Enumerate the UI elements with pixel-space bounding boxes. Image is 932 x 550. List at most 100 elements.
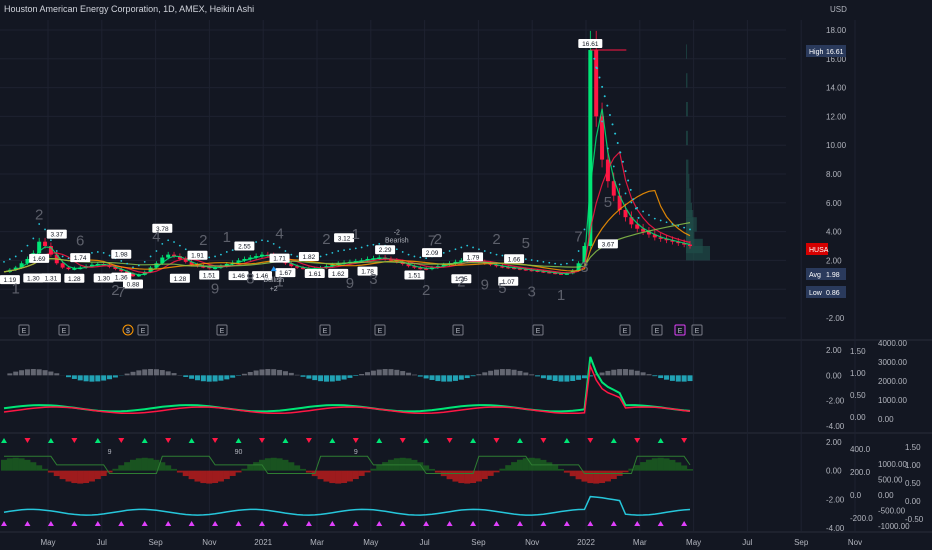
- histogram-bar: [370, 370, 376, 376]
- signal-marker-icon: [563, 521, 570, 526]
- histogram-bar: [664, 375, 670, 380]
- signal-marker-icon: [516, 521, 523, 526]
- area-bar: [229, 470, 236, 476]
- trailing-stop-dot: [629, 188, 632, 191]
- area-bar: [1, 459, 7, 471]
- area-bar: [18, 458, 25, 471]
- histogram-bar: [687, 375, 693, 382]
- chart-canvas[interactable]: 1.693.371.74 1.983.781.912.551.71 1.823.12…: [0, 0, 932, 550]
- volume-profile-bar: [686, 188, 691, 203]
- histogram-bar: [634, 370, 640, 376]
- trailing-stop-dot: [659, 219, 662, 222]
- histogram-bar: [218, 375, 224, 381]
- buy-signal-icon: [470, 438, 477, 443]
- histogram-bar: [130, 371, 136, 376]
- histogram-bar: [669, 375, 675, 381]
- signal-marker-icon: [1, 521, 7, 526]
- volume-profile-bar: [686, 202, 692, 218]
- signal-marker-icon: [282, 521, 289, 526]
- buy-signal-icon: [47, 438, 54, 443]
- area-bar: [147, 458, 154, 471]
- buy-signal-icon: [1, 438, 7, 443]
- avg-badge-label: Avg: [809, 272, 821, 279]
- price-label: 1.71: [273, 256, 286, 263]
- price-label: 1.46: [232, 273, 245, 280]
- histogram-bar: [505, 369, 511, 376]
- trailing-stop-dot: [571, 259, 574, 261]
- y-tick-label: -4.00: [826, 524, 845, 533]
- trailing-stop-dot: [618, 183, 621, 186]
- y-tick-label: -200.0: [850, 514, 873, 523]
- histogram-bar: [13, 371, 19, 376]
- buy-signal-icon: [235, 438, 242, 443]
- area-bar: [552, 465, 559, 471]
- oscillator-2-panel: 9 90 9: [1, 438, 693, 526]
- histogram-bar: [499, 369, 505, 376]
- trailing-stop-dot: [565, 262, 568, 265]
- area-bar: [481, 470, 488, 480]
- area-bar: [382, 462, 389, 471]
- trailing-stop-dot: [149, 255, 152, 258]
- histogram-bar: [153, 369, 159, 376]
- trailing-stop-dot: [548, 261, 551, 264]
- trailing-stop-dot: [120, 260, 123, 262]
- price-label: 0.88: [127, 282, 140, 289]
- area-bar: [452, 470, 459, 482]
- candle: [623, 210, 628, 218]
- x-tick-label: May: [363, 538, 378, 547]
- area-bar: [675, 462, 682, 471]
- trailing-stop-dot: [161, 242, 164, 245]
- histogram-bar: [194, 375, 200, 381]
- histogram-bar: [341, 375, 347, 380]
- wave-count: 2: [322, 231, 330, 248]
- trailing-stop-dot: [401, 251, 404, 253]
- wave-count: 5: [498, 280, 506, 297]
- y-tick-label: 4000.00: [878, 339, 907, 348]
- y-tick-label: 0.00: [878, 491, 894, 500]
- area-bar: [593, 470, 600, 484]
- trailing-stop-dot: [611, 123, 614, 126]
- y-tick-label: 3000.00: [878, 358, 907, 367]
- wave-count: 1: [352, 226, 360, 243]
- wave-count: 4: [152, 228, 160, 245]
- area-bar: [622, 470, 629, 473]
- area-bar: [376, 465, 383, 471]
- area-bar: [663, 458, 670, 471]
- area-bar: [317, 470, 324, 480]
- histogram-bar: [605, 370, 611, 376]
- trailing-stop-dot: [627, 179, 630, 182]
- area-bar: [505, 465, 512, 471]
- histogram-bar: [171, 373, 177, 376]
- earnings-marker-label: E: [536, 328, 541, 335]
- histogram-bar: [253, 370, 259, 376]
- signal-label: Bearish: [385, 237, 409, 244]
- trailing-stop-dot: [132, 266, 134, 269]
- wave-count: 2: [422, 282, 430, 299]
- wave-count: 2: [434, 231, 442, 248]
- y-tick-label: 1.50: [850, 347, 866, 356]
- area-bar: [610, 470, 617, 479]
- trailing-stop-dot: [624, 170, 627, 173]
- histogram-bar: [183, 375, 189, 377]
- histogram-bar: [429, 375, 435, 380]
- trailing-stop-dot: [560, 263, 562, 266]
- area-bar: [681, 465, 688, 471]
- y-tick-label: 18.00: [826, 26, 847, 35]
- area-bar: [446, 470, 453, 480]
- price-label: 1.98: [115, 252, 128, 259]
- histogram-bar: [494, 369, 500, 376]
- histogram-bar: [646, 374, 652, 376]
- y-tick-label: 0.00: [878, 415, 894, 424]
- earnings-marker-label: E: [220, 328, 225, 335]
- histogram-bar: [417, 375, 423, 377]
- signal-marker-icon: [47, 521, 54, 526]
- wave-count: 3: [580, 259, 588, 276]
- area-bar: [141, 457, 148, 471]
- histogram-bar: [77, 375, 83, 381]
- histogram-bar: [241, 373, 247, 376]
- trailing-stop-dot: [542, 260, 545, 263]
- histogram-bar: [546, 375, 552, 380]
- trailing-stop-dot: [483, 250, 486, 252]
- area-bar: [235, 470, 242, 473]
- moving-average: [3, 150, 691, 274]
